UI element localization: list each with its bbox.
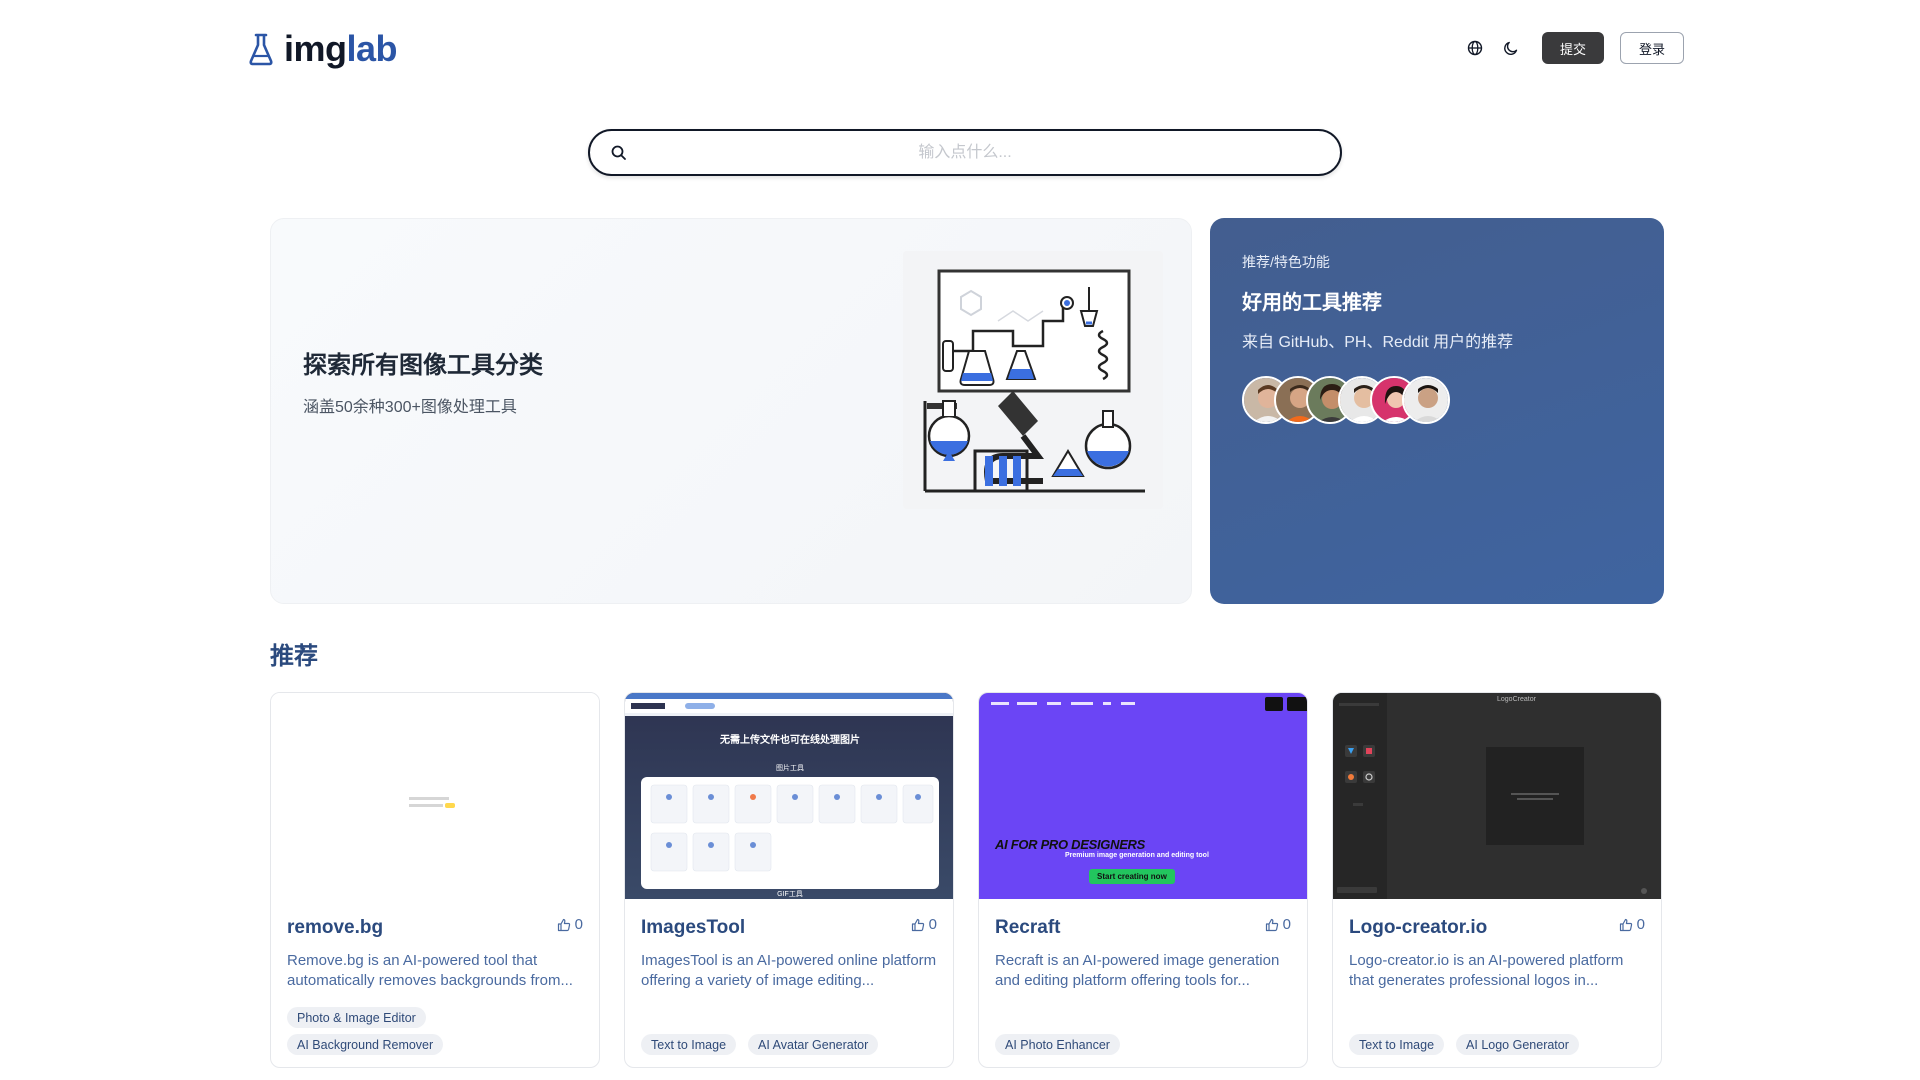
moon-icon: [1504, 41, 1518, 55]
logo-text: imglab: [284, 28, 398, 69]
tool-name: Logo-creator.io: [1349, 917, 1488, 938]
categories-subtitle: 涵盖50余种300+图像处理工具: [303, 399, 517, 416]
tag[interactable]: AI Logo Generator: [1456, 1034, 1579, 1055]
recommended-eyebrow: 推荐/特色功能: [1242, 254, 1330, 270]
thumbs-up-icon: [557, 918, 570, 931]
like-button[interactable]: 0: [1619, 916, 1645, 933]
tool-card-remove-bg[interactable]: remove.bg 0 Remove.bg is an AI-powered t…: [270, 692, 600, 1068]
tool-card-recraft[interactable]: AI FOR PRO DESIGNERS Premium image gener…: [978, 692, 1308, 1068]
like-button[interactable]: 0: [1265, 916, 1291, 933]
logo[interactable]: imglab: [248, 28, 398, 70]
thumb-brand: LogoCreator: [1497, 696, 1536, 703]
thumbs-up-icon: [911, 918, 924, 931]
recommended-banner[interactable]: 推荐/特色功能 好用的工具推荐 来自 GitHub、PH、Reddit 用户的推…: [1210, 218, 1664, 604]
thumb-section-label: 图片工具: [776, 765, 804, 772]
tag-list: AI Photo Enhancer: [995, 1034, 1295, 1055]
tag-list: Photo & Image Editor AI Background Remov…: [287, 1007, 587, 1055]
like-count: 0: [574, 916, 583, 933]
thumb-headline: AI FOR PRO DESIGNERS: [995, 837, 1146, 852]
recommended-section-title: 推荐: [270, 643, 318, 670]
categories-title: 探索所有图像工具分类: [303, 352, 543, 379]
login-button[interactable]: 登录: [1619, 32, 1684, 64]
thumb-headline: 无需上传文件也可在线处理图片: [720, 735, 860, 746]
language-button[interactable]: [1464, 37, 1486, 59]
tool-screenshot: 无需上传文件也可在线处理图片 图片工具 GIF工具: [625, 693, 953, 899]
recommended-title: 好用的工具推荐: [1242, 292, 1382, 314]
thumb-cta: Start creating now: [1089, 869, 1175, 884]
like-count: 0: [1636, 916, 1645, 933]
tag[interactable]: Photo & Image Editor: [287, 1007, 426, 1028]
thumbs-up-icon: [1619, 918, 1632, 931]
tag[interactable]: AI Photo Enhancer: [995, 1034, 1120, 1055]
tool-name: Recraft: [995, 917, 1061, 938]
recommended-description: 来自 GitHub、PH、Reddit 用户的推荐: [1242, 334, 1514, 351]
tool-description: ImagesTool is an AI-powered online platf…: [641, 952, 937, 989]
header-actions: 提交 登录: [1464, 32, 1684, 64]
thumb-footer-label: GIF工具: [777, 891, 803, 898]
laboratory-illustration: [903, 251, 1163, 509]
submit-button[interactable]: 提交: [1541, 32, 1604, 64]
tool-screenshot: LogoCreator: [1333, 693, 1661, 899]
thumb-subheadline: Premium image generation and editing too…: [1065, 852, 1209, 859]
tool-description: Remove.bg is an AI-powered tool that aut…: [287, 952, 573, 989]
tag-list: Text to Image AI Logo Generator: [1349, 1034, 1649, 1055]
tool-description: Logo-creator.io is an AI-powered platfor…: [1349, 952, 1624, 989]
tag-list: Text to Image AI Avatar Generator: [641, 1034, 941, 1055]
like-count: 0: [1282, 916, 1291, 933]
tool-name: ImagesTool: [641, 917, 746, 938]
tool-screenshot: AI FOR PRO DESIGNERS Premium image gener…: [979, 693, 1307, 899]
tag[interactable]: Text to Image: [641, 1034, 737, 1055]
search-input[interactable]: [590, 131, 1340, 174]
tool-screenshot: [271, 693, 599, 899]
like-count: 0: [928, 916, 937, 933]
tag[interactable]: Text to Image: [1349, 1034, 1445, 1055]
tool-card-imagestool[interactable]: 无需上传文件也可在线处理图片 图片工具 GIF工具 ImagesTool 0 I…: [624, 692, 954, 1068]
tool-card-logo-creator[interactable]: LogoCreator Logo-creator.io 0 Logo-creat…: [1332, 692, 1662, 1068]
tag[interactable]: AI Avatar Generator: [748, 1034, 879, 1055]
flask-icon: [249, 33, 273, 66]
like-button[interactable]: 0: [911, 916, 937, 933]
like-button[interactable]: 0: [557, 916, 583, 933]
tool-name: remove.bg: [287, 917, 384, 938]
theme-toggle[interactable]: [1500, 37, 1522, 59]
tag[interactable]: AI Background Remover: [287, 1034, 444, 1055]
avatar: [1402, 376, 1450, 424]
categories-banner[interactable]: 探索所有图像工具分类 涵盖50余种300+图像处理工具: [270, 218, 1192, 604]
avatar-group: [1242, 376, 1450, 424]
search-icon: [611, 145, 626, 160]
globe-icon: [1467, 40, 1483, 56]
search-bar: [588, 129, 1342, 176]
thumbs-up-icon: [1265, 918, 1278, 931]
tool-description: Recraft is an AI-powered image generatio…: [995, 952, 1280, 989]
site-header: imglab 提交 登录: [0, 0, 1920, 96]
